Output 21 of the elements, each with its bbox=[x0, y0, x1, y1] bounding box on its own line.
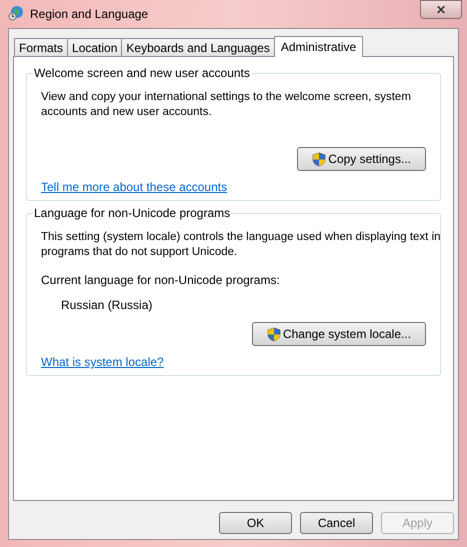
help-link[interactable]: Tell me more about these accounts bbox=[41, 180, 228, 195]
description-text: This setting (system locale) controls the language used when displaying text in programs that do not support Unicode. bbox=[41, 230, 441, 260]
tab[interactable]: Location bbox=[67, 38, 122, 56]
locale-value: Russian (Russia) bbox=[61, 298, 154, 313]
help-link[interactable]: What is system locale? bbox=[41, 355, 164, 370]
close-button[interactable]: ✕ bbox=[420, 0, 462, 19]
dialog-button[interactable]: Cancel bbox=[300, 512, 373, 534]
group-title: Welcome screen and new user accounts bbox=[33, 66, 251, 80]
window-title: Region and Language bbox=[30, 6, 148, 23]
tab[interactable]: Administrative bbox=[274, 36, 364, 57]
tab[interactable]: Keyboards and Languages bbox=[121, 38, 275, 56]
tab[interactable]: Formats bbox=[14, 38, 68, 56]
shield-icon bbox=[266, 326, 281, 342]
action-button[interactable]: Change system locale... bbox=[252, 322, 426, 346]
dialog-button[interactable]: OK bbox=[219, 512, 292, 534]
globe-icon bbox=[8, 5, 24, 21]
description-text: View and copy your international settings to the welcome screen, system accounts and new user accounts. bbox=[41, 90, 412, 120]
shield-icon bbox=[312, 152, 326, 166]
field-label: Current language for non-Unicode programs: bbox=[41, 273, 281, 288]
group-title: Language for non-Unicode programs bbox=[33, 206, 232, 220]
action-button[interactable]: Copy settings... bbox=[297, 147, 426, 171]
